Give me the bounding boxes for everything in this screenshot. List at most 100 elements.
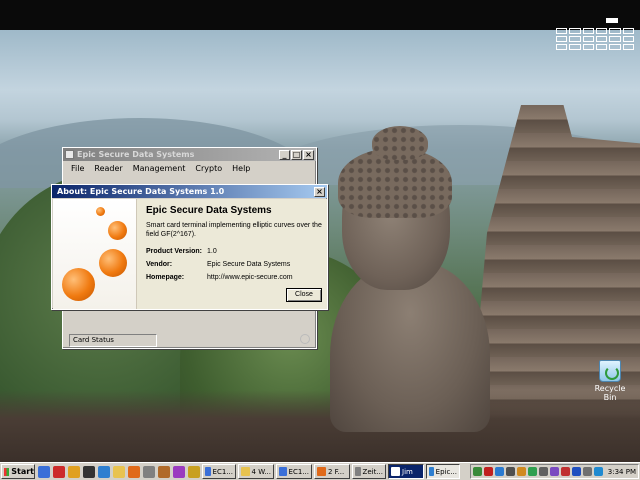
about-artwork <box>53 199 137 309</box>
mail-icon[interactable] <box>68 465 80 478</box>
taskbar-button[interactable]: EC1... <box>202 464 236 479</box>
task-label: EC1... <box>288 467 309 476</box>
key-icon[interactable] <box>188 465 200 478</box>
orange-orb-icon <box>96 207 105 216</box>
about-heading: Epic Secure Data Systems <box>146 205 272 216</box>
quick-launch-bar <box>35 465 200 478</box>
update-icon[interactable] <box>516 467 526 476</box>
virtual-desktop-cell[interactable] <box>556 44 568 50</box>
menu-crypto[interactable]: Crypto <box>190 164 227 173</box>
gear-icon[interactable] <box>143 465 155 478</box>
virtual-desktop-cell[interactable] <box>569 44 581 50</box>
virtual-desktop-cell[interactable] <box>595 44 608 50</box>
task-app-icon <box>391 467 400 476</box>
task-label: 4 W... <box>251 467 271 476</box>
printer-icon[interactable] <box>538 467 548 476</box>
task-buttons: EC1... 4 W... EC1... 2 F... Zeit... Jim Epic..… <box>200 464 460 479</box>
taskbar-button[interactable]: Jim <box>388 464 424 479</box>
orange-orb-icon <box>108 221 127 240</box>
taskbar-button[interactable]: Epic... <box>426 464 460 479</box>
security-icon[interactable] <box>560 467 570 476</box>
virtual-desktop-cell[interactable] <box>582 36 594 42</box>
folder-icon[interactable] <box>113 465 125 478</box>
about-dialog-title: About: Epic Secure Data Systems 1.0 <box>57 187 225 196</box>
task-label: EC1... <box>212 467 233 476</box>
antivirus-icon[interactable] <box>483 467 493 476</box>
menu-file[interactable]: File <box>66 164 89 173</box>
minimize-button[interactable]: _ <box>279 149 290 160</box>
homepage-link[interactable]: http://www.epic-secure.com <box>207 274 293 281</box>
bluetooth-icon[interactable] <box>571 467 581 476</box>
virtual-desktop-cell[interactable] <box>569 36 581 42</box>
virtual-desktop-cell[interactable] <box>609 44 621 50</box>
virtual-desktop-cell[interactable] <box>622 44 634 50</box>
virtual-desktop-cell[interactable] <box>595 36 608 42</box>
taskbar: Start EC1... 4 W... EC1... 2 F... Zeit... Jim… <box>0 462 640 480</box>
virtual-desktop-cell[interactable] <box>582 28 594 34</box>
about-close-x-button[interactable]: × <box>314 186 325 197</box>
shield-icon[interactable] <box>98 465 110 478</box>
status-indicator-icon <box>300 334 310 344</box>
virtual-desktop-cell[interactable] <box>622 36 634 42</box>
about-info: Epic Secure Data Systems Smart card term… <box>146 205 324 284</box>
virtual-desktop-cell[interactable] <box>582 44 594 50</box>
firefox-icon[interactable] <box>128 465 140 478</box>
menu-help[interactable]: Help <box>227 164 255 173</box>
recycle-bin[interactable]: Recycle Bin <box>588 360 632 402</box>
task-app-icon <box>205 467 211 476</box>
task-label: Zeit... <box>362 467 383 476</box>
shield-tray-icon[interactable] <box>527 467 537 476</box>
power-icon[interactable] <box>582 467 592 476</box>
main-window-titlebar[interactable]: Epic Secure Data Systems _ □ × <box>63 148 316 161</box>
virtual-desktop-cell[interactable] <box>556 36 568 42</box>
about-description: Smart card terminal implementing ellipti… <box>146 222 322 238</box>
close-window-button[interactable]: × <box>303 149 314 160</box>
clock[interactable]: 3:34 PM <box>608 468 636 476</box>
task-app-icon <box>317 467 326 476</box>
tray-icons <box>472 467 605 476</box>
tools-icon[interactable] <box>158 465 170 478</box>
vendor-value: Epic Secure Data Systems <box>207 261 291 268</box>
windows-logo-icon <box>4 467 10 476</box>
paint-icon[interactable] <box>173 465 185 478</box>
about-dialog[interactable]: About: Epic Secure Data Systems 1.0 × Ep… <box>51 184 328 310</box>
version-label: Product Version: <box>146 248 203 255</box>
about-dialog-titlebar[interactable]: About: Epic Secure Data Systems 1.0 × <box>52 185 327 198</box>
task-app-icon <box>429 467 434 476</box>
task-app-icon <box>241 467 250 476</box>
virtual-desktop-cell[interactable] <box>622 28 634 34</box>
desktop: Recycle Bin Epic Secure Data Systems _ □… <box>0 0 640 462</box>
recycle-bin-label[interactable]: Recycle Bin <box>588 384 632 402</box>
taskbar-button[interactable]: 4 W... <box>238 464 274 479</box>
virtual-desktop-pager[interactable] <box>556 28 634 50</box>
about-dialog-body: Epic Secure Data Systems Smart card term… <box>53 199 327 309</box>
virtual-desktop-cell[interactable] <box>609 28 621 34</box>
top-indicator <box>606 18 618 23</box>
network-icon[interactable] <box>472 467 482 476</box>
version-row: Product Version: 1.0 <box>146 245 324 258</box>
taskbar-button[interactable]: 2 F... <box>314 464 350 479</box>
chat-icon[interactable] <box>494 467 504 476</box>
ie-icon[interactable] <box>38 465 50 478</box>
pdf-icon[interactable] <box>53 465 65 478</box>
volume-icon[interactable] <box>505 467 515 476</box>
card-status-field: Card Status <box>69 334 157 347</box>
vendor-row: Vendor: Epic Secure Data Systems <box>146 258 324 271</box>
close-button[interactable]: Close <box>286 288 322 302</box>
menu-management[interactable]: Management <box>128 164 191 173</box>
taskbar-button[interactable]: Zeit... <box>352 464 386 479</box>
taskbar-button[interactable]: EC1... <box>276 464 312 479</box>
menu-reader[interactable]: Reader <box>89 164 127 173</box>
virtual-desktop-cell[interactable] <box>569 28 581 34</box>
card-reader-icon[interactable] <box>549 467 559 476</box>
version-value: 1.0 <box>207 248 217 255</box>
start-button[interactable]: Start <box>1 464 35 479</box>
terminal-icon[interactable] <box>83 465 95 478</box>
recycle-bin-icon[interactable] <box>599 360 621 382</box>
virtual-desktop-cell[interactable] <box>609 36 621 42</box>
virtual-desktop-cell[interactable] <box>595 28 608 34</box>
virtual-desktop-cell[interactable] <box>556 28 568 34</box>
maximize-button[interactable]: □ <box>291 149 302 160</box>
app-icon[interactable] <box>65 150 74 159</box>
display-icon[interactable] <box>593 467 603 476</box>
